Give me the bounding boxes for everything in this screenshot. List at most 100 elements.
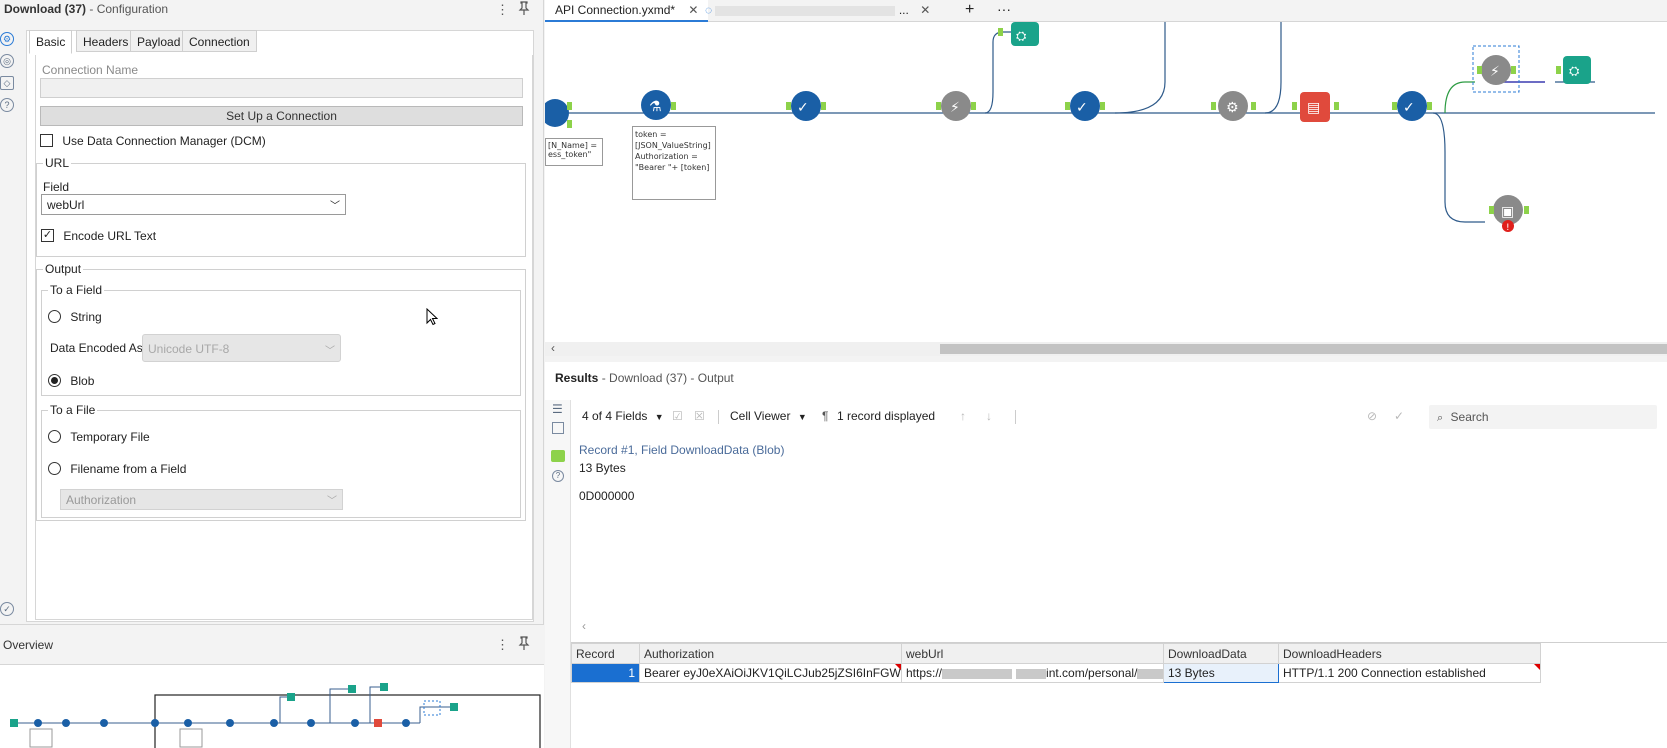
caret-down-icon: ▼ <box>654 412 664 422</box>
workflow-tab-bar: API Connection.yxmd* ✕ ◌ ... ✕ + ··· <box>545 0 1667 22</box>
list-icon[interactable]: ☰ <box>552 402 563 416</box>
checkbox-select-icon[interactable]: ☑ <box>672 409 683 423</box>
results-title: Results - Download (37) - Output <box>555 371 734 385</box>
tab-api-connection-label: API Connection.yxmd* <box>555 3 676 17</box>
pin-icon[interactable] <box>518 636 530 653</box>
workflow-canvas[interactable]: ⚗ ✓ ⚡ ⛭ ✓ ⚙ ▤ ✓ ⚡ ⛭ ▣ ! [N_Name] = ess_t… <box>541 22 1667 342</box>
gear-icon[interactable]: ⚙ <box>0 32 14 46</box>
tool-node-icon[interactable] <box>541 99 569 127</box>
svg-text:▣: ▣ <box>1501 204 1514 220</box>
record-scrollbar[interactable]: ‹ <box>572 619 1667 634</box>
filename-field-value: Authorization <box>66 493 137 507</box>
cell-downloaddata[interactable]: 13 Bytes <box>1163 663 1279 683</box>
svg-text:✓: ✓ <box>797 100 809 116</box>
column-header-downloaddata[interactable]: DownloadData <box>1163 643 1279 664</box>
temp-file-radio[interactable] <box>48 430 61 444</box>
output-group: Output To a Field String Data Encoded As… <box>36 262 526 521</box>
cell-viewer-dropdown[interactable]: Cell Viewer ▼ <box>730 409 807 423</box>
scrollbar-thumb[interactable] <box>940 344 1667 354</box>
scroll-left-icon[interactable]: ‹ <box>551 341 555 355</box>
add-tab-button[interactable]: + <box>955 0 984 20</box>
tab-api-connection[interactable]: API Connection.yxmd* ✕ <box>545 0 709 22</box>
scroll-left-icon[interactable]: ‹ <box>582 619 586 633</box>
tab-basic[interactable]: Basic <box>29 30 73 54</box>
close-icon[interactable]: ✕ <box>920 3 930 17</box>
canvas-horizontal-scrollbar[interactable]: ‹ <box>545 341 1667 356</box>
cell-record[interactable]: 1 <box>571 663 640 683</box>
cell-downloadheaders[interactable]: HTTP/1.1 200 Connection established <box>1278 663 1541 683</box>
connection-icon[interactable]: ◎ <box>0 54 14 68</box>
checkbox-clear-icon[interactable]: ☒ <box>694 409 705 423</box>
to-field-label: To a Field <box>48 283 105 297</box>
svg-text:✓: ✓ <box>1076 100 1088 116</box>
encode-url-label: Encode URL Text <box>63 228 157 243</box>
field-select-value: webUrl <box>47 198 85 212</box>
search-icon: ⌕ <box>1437 412 1444 424</box>
column-header-downloadheaders[interactable]: DownloadHeaders <box>1278 643 1541 664</box>
string-radio[interactable] <box>48 310 61 324</box>
fields-dropdown[interactable]: 4 of 4 Fields ▼ <box>582 409 664 423</box>
more-options-icon[interactable]: ⋮ <box>496 637 509 653</box>
connection-name-label: Connection Name <box>42 63 139 77</box>
tag-icon[interactable]: ◇ <box>0 76 14 90</box>
column-header-authorization[interactable]: Authorization <box>639 643 902 664</box>
setup-connection-button[interactable]: Set Up a Connection <box>40 106 523 126</box>
panel-title-tool: Download (37) <box>4 2 87 16</box>
clear-filter-icon[interactable]: ⊘ <box>1367 409 1377 423</box>
pilcrow-icon[interactable]: ¶ <box>822 409 828 423</box>
arrow-up-icon[interactable]: ↑ <box>960 409 966 423</box>
help-icon[interactable]: ? <box>552 470 564 482</box>
encode-url-checkbox[interactable]: ✓ <box>41 229 54 243</box>
column-header-record[interactable]: Record <box>571 643 640 664</box>
field-select[interactable]: webUrl ﹀ <box>41 194 346 215</box>
filename-field-select[interactable]: Authorization ﹀ <box>60 489 343 510</box>
filename-field-radio[interactable] <box>48 462 61 476</box>
cell-weburl-suffix: int.com/personal/ <box>1046 666 1138 680</box>
results-table: Record Authorization webUrl DownloadData… <box>571 643 1541 683</box>
table-icon[interactable] <box>552 422 564 434</box>
overview-canvas[interactable] <box>0 664 544 748</box>
apply-check-icon[interactable]: ✓ <box>1394 409 1404 423</box>
tab-headers[interactable]: Headers <box>76 30 136 52</box>
table-header-row: Record Authorization webUrl DownloadData… <box>571 643 1541 664</box>
encode-url-option[interactable]: ✓ Encode URL Text <box>41 228 156 243</box>
config-side-rail: ⚙ ◎ ◇ ? ✓ <box>0 26 24 622</box>
filename-field-option[interactable]: Filename from a Field <box>48 461 186 476</box>
more-tabs-button[interactable]: ··· <box>987 0 1021 20</box>
svg-text:⛭: ⛭ <box>1016 29 1027 44</box>
cell-authorization[interactable]: Bearer eyJ0eXAiOiJKV1QiLCJub25jZSI6InFGW… <box>639 663 902 683</box>
redacted-tab-label <box>715 5 896 16</box>
pin-icon[interactable] <box>518 1 530 18</box>
cell-downloadheaders-text: HTTP/1.1 200 Connection established <box>1283 666 1486 680</box>
column-header-weburl[interactable]: webUrl <box>901 643 1164 664</box>
string-label: String <box>70 309 102 324</box>
temp-file-option[interactable]: Temporary File <box>48 429 150 444</box>
record-size: 13 Bytes <box>579 461 626 475</box>
arrow-down-icon[interactable]: ↓ <box>986 409 992 423</box>
search-input[interactable]: ⌕ Search <box>1429 405 1657 429</box>
data-view-icon[interactable] <box>551 450 565 462</box>
connection-name-input[interactable] <box>40 78 523 98</box>
blob-radio[interactable] <box>48 374 61 388</box>
cell-weburl[interactable]: https:// int.com/personal/ <box>901 663 1164 683</box>
data-encoded-select[interactable]: Unicode UTF-8 ﹀ <box>142 334 341 362</box>
table-row[interactable]: 1 Bearer eyJ0eXAiOiJKV1QiLCJub25jZSI6InF… <box>571 663 1541 683</box>
toolbar-divider <box>1015 410 1016 424</box>
string-option[interactable]: String <box>48 309 102 324</box>
overview-minimap <box>10 683 541 748</box>
help-icon[interactable]: ? <box>0 98 14 112</box>
dcm-option[interactable]: Use Data Connection Manager (DCM) <box>40 133 266 148</box>
blob-option[interactable]: Blob <box>48 373 94 388</box>
check-circle-icon[interactable]: ✓ <box>0 602 14 616</box>
svg-text:⚡: ⚡ <box>1490 64 1500 80</box>
overview-viewport[interactable] <box>154 694 541 748</box>
more-options-icon[interactable]: ⋮ <box>496 2 509 18</box>
tab-connection[interactable]: Connection <box>182 30 257 52</box>
configuration-panel: Download (37) - Configuration ⋮ ⚙ ◎ ◇ ? … <box>0 0 544 624</box>
annotation-formula: token = [JSON_ValueString] Authorization… <box>632 126 716 200</box>
tab-payload[interactable]: Payload <box>130 30 188 52</box>
data-encoded-label: Data Encoded As <box>50 341 143 355</box>
mouse-cursor-icon <box>426 307 439 329</box>
dcm-checkbox[interactable] <box>40 134 53 148</box>
tab-second-workflow[interactable]: ◌ ... ✕ <box>695 0 945 22</box>
